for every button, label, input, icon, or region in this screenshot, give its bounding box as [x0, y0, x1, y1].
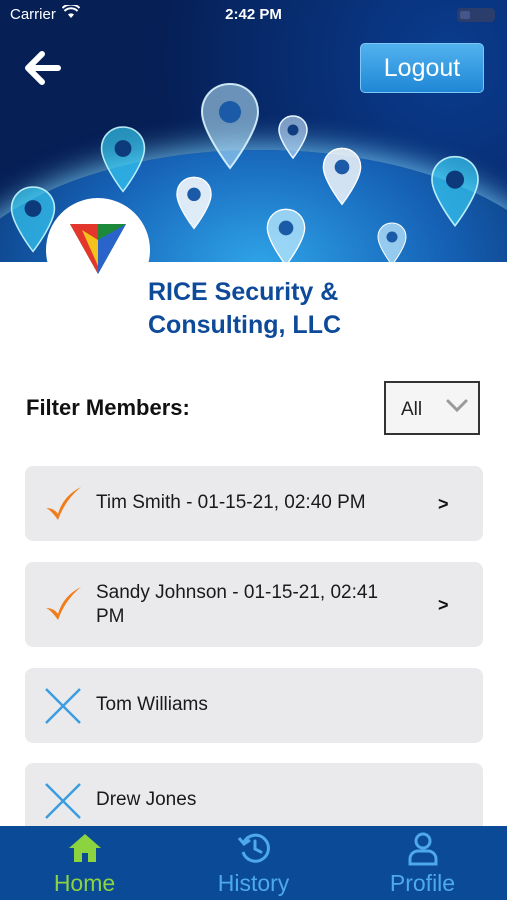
battery-icon	[457, 8, 495, 22]
history-icon	[237, 833, 270, 863]
tab-profile[interactable]: Profile	[338, 826, 507, 900]
tab-bar: Home History Profile	[0, 826, 507, 900]
member-label: Tom Williams	[96, 694, 208, 715]
cross-icon	[45, 783, 81, 819]
organization-logo	[46, 198, 150, 302]
logout-button[interactable]: Logout	[360, 43, 484, 93]
location-pin-icon	[322, 147, 362, 206]
tab-profile-label: Profile	[389, 870, 456, 896]
tab-history-label: History	[217, 870, 290, 896]
profile-icon	[408, 832, 437, 866]
location-pin-icon	[431, 155, 479, 228]
checkmark-icon	[46, 587, 81, 620]
back-arrow-icon	[25, 51, 61, 85]
location-pin-icon	[377, 222, 407, 262]
member-list-item[interactable]: Sandy Johnson - 01-15-21, 02:41 PM >	[25, 562, 483, 647]
tab-history[interactable]: History	[169, 826, 338, 900]
organization-name: RICE Security & Consulting, LLC	[148, 276, 388, 342]
organization-name-line2: Consulting, LLC	[148, 311, 342, 339]
logo-triangle-icon	[70, 224, 126, 274]
location-pin-icon	[200, 82, 260, 170]
filter-label: Filter Members:	[26, 395, 190, 420]
member-label: Sandy Johnson - 01-15-21, 02:41 PM	[96, 581, 406, 629]
tab-home-label: Home	[53, 870, 116, 896]
member-label-line2: PM	[96, 606, 125, 627]
location-pin-icon	[176, 176, 212, 230]
chevron-down-icon	[446, 399, 468, 413]
member-list-item[interactable]: Tim Smith - 01-15-21, 02:40 PM >	[25, 466, 483, 541]
organization-name-line1: RICE Security &	[148, 278, 339, 306]
back-button[interactable]	[22, 48, 62, 88]
cross-icon	[45, 688, 81, 724]
status-bar: Carrier 2:42 PM	[0, 0, 507, 30]
chevron-right-icon: >	[438, 595, 449, 615]
filter-selected-value: All	[401, 399, 423, 420]
filter-members-select[interactable]: All	[384, 381, 480, 435]
tab-home[interactable]: Home	[0, 826, 169, 900]
location-pin-icon	[266, 208, 306, 262]
member-list-item[interactable]: Tom Williams	[25, 668, 483, 743]
member-label: Tim Smith - 01-15-21, 02:40 PM	[96, 492, 366, 513]
member-label-line1: Sandy Johnson - 01-15-21, 02:41	[96, 582, 379, 603]
location-pin-icon	[100, 126, 146, 193]
home-icon	[68, 834, 101, 862]
checkmark-icon	[46, 487, 81, 520]
chevron-right-icon: >	[438, 494, 449, 514]
clock-time: 2:42 PM	[225, 6, 282, 23]
location-pin-icon	[278, 115, 308, 160]
member-label: Drew Jones	[96, 789, 197, 810]
